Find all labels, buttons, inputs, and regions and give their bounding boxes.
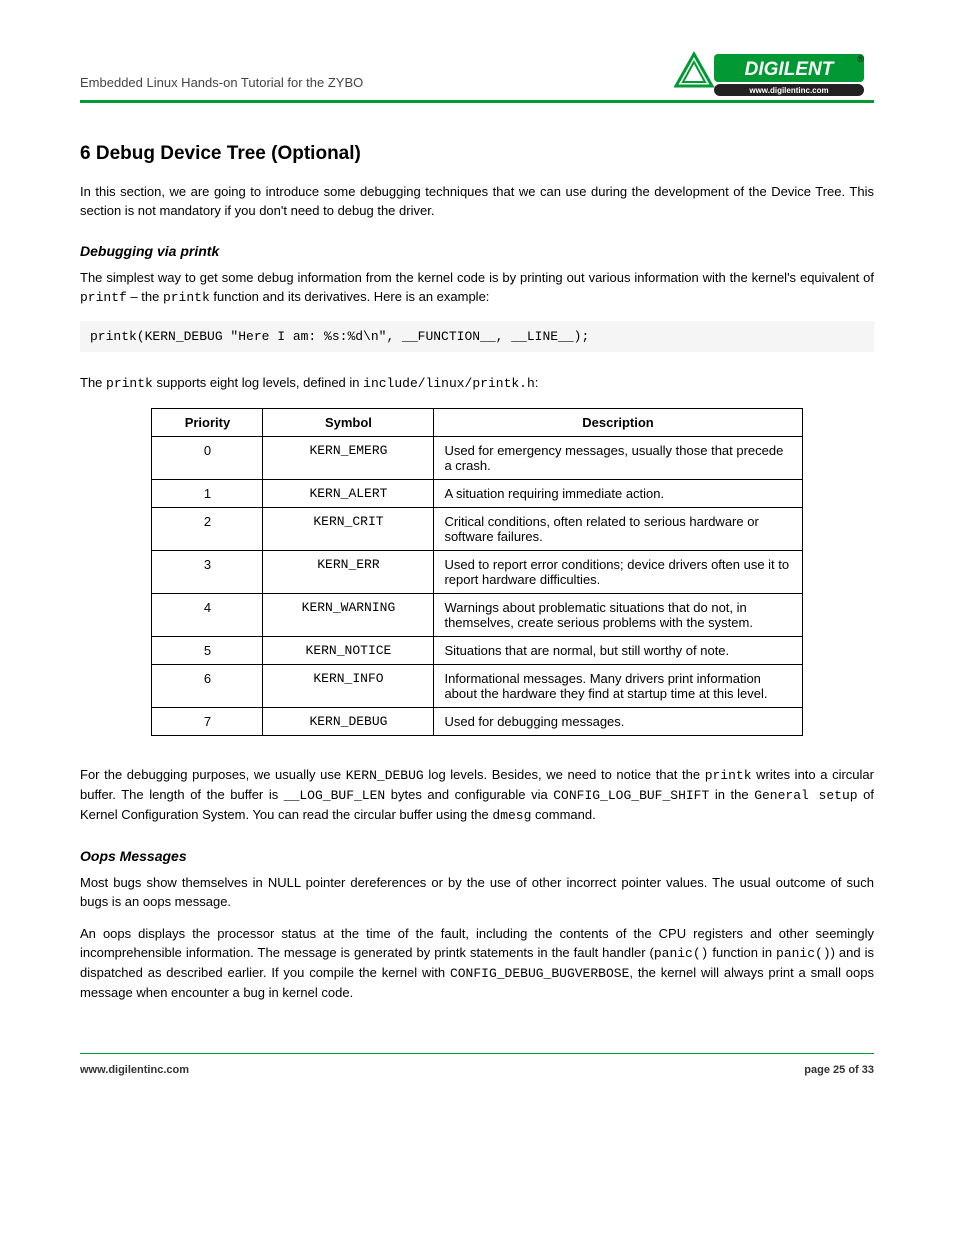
code-panic-2: panic() — [776, 946, 831, 961]
table-row: 2 KERN_CRIT Critical conditions, often r… — [152, 508, 802, 551]
text: The — [80, 375, 106, 390]
subsection-printk-heading: Debugging via printk — [80, 243, 874, 259]
table-row: 1 KERN_ALERT A situation requiring immed… — [152, 480, 802, 508]
text: The simplest way to get some debug infor… — [80, 270, 874, 285]
digilent-logo: DIGILENT ® www.digilentinc.com — [674, 50, 874, 98]
text: – the — [127, 289, 163, 304]
table-header-priority: Priority — [152, 409, 263, 437]
oops-p1: Most bugs show themselves in NULL pointe… — [80, 874, 874, 912]
code-printk-2: printk — [106, 376, 153, 391]
code-config-log-buf-shift: CONFIG_LOG_BUF_SHIFT — [553, 788, 709, 803]
logo-url: www.digilentinc.com — [748, 86, 828, 95]
code-panic-1: panic() — [654, 946, 709, 961]
code-dmesg: dmesg — [492, 808, 531, 823]
text: function in — [708, 945, 776, 960]
table-row: 7 KERN_DEBUG Used for debugging messages… — [152, 708, 802, 736]
cell-description: Used to report error conditions; device … — [434, 551, 802, 594]
code-printk-3: printk — [705, 768, 752, 783]
oops-p2: An oops displays the processor status at… — [80, 925, 874, 1002]
cell-priority: 0 — [152, 437, 263, 480]
log-levels-table: Priority Symbol Description 0 KERN_EMERG… — [151, 408, 802, 736]
section-intro: In this section, we are going to introdu… — [80, 183, 874, 221]
cell-description: Informational messages. Many drivers pri… — [434, 665, 802, 708]
text: command. — [531, 807, 595, 822]
cell-priority: 4 — [152, 594, 263, 637]
text: supports eight log levels, defined in — [153, 375, 363, 390]
cell-priority: 6 — [152, 665, 263, 708]
table-header-description: Description — [434, 409, 802, 437]
text: log levels. Besides, we need to notice t… — [424, 767, 705, 782]
text: : — [535, 375, 539, 390]
cell-description: Used for emergency messages, usually tho… — [434, 437, 802, 480]
footer-url: www.digilentinc.com — [80, 1064, 189, 1076]
cell-description: Warnings about problematic situations th… — [434, 594, 802, 637]
code-printk: printk — [163, 290, 210, 305]
code-log-buf-len: __LOG_BUF_LEN — [284, 788, 385, 803]
code-example: printk(KERN_DEBUG "Here I am: %s:%d\n", … — [80, 321, 874, 352]
subsection-oops-heading: Oops Messages — [80, 848, 874, 864]
text: For the debugging purposes, we usually u… — [80, 767, 346, 782]
table-row: 0 KERN_EMERG Used for emergency messages… — [152, 437, 802, 480]
cell-symbol: KERN_DEBUG — [263, 708, 434, 736]
cell-description: Situations that are normal, but still wo… — [434, 637, 802, 665]
cell-priority: 1 — [152, 480, 263, 508]
table-header-symbol: Symbol — [263, 409, 434, 437]
text: bytes and configurable via — [385, 787, 553, 802]
printk-paragraph: The simplest way to get some debug infor… — [80, 269, 874, 308]
cell-symbol: KERN_ERR — [263, 551, 434, 594]
logo-registered: ® — [857, 54, 864, 64]
cell-priority: 3 — [152, 551, 263, 594]
code-config-debug-bugverbose: CONFIG_DEBUG_BUGVERBOSE — [450, 966, 629, 981]
code-printf: printf — [80, 290, 127, 305]
page-header-title: Embedded Linux Hands-on Tutorial for the… — [80, 75, 363, 98]
cell-symbol: KERN_INFO — [263, 665, 434, 708]
header-rule — [80, 100, 874, 103]
cell-symbol: KERN_NOTICE — [263, 637, 434, 665]
levels-intro: The printk supports eight log levels, de… — [80, 374, 874, 394]
cell-symbol: KERN_WARNING — [263, 594, 434, 637]
text: in the — [709, 787, 754, 802]
cell-description: Used for debugging messages. — [434, 708, 802, 736]
cell-symbol: KERN_CRIT — [263, 508, 434, 551]
table-row: 5 KERN_NOTICE Situations that are normal… — [152, 637, 802, 665]
cell-priority: 5 — [152, 637, 263, 665]
cell-symbol: KERN_EMERG — [263, 437, 434, 480]
table-row: 4 KERN_WARNING Warnings about problemati… — [152, 594, 802, 637]
after-table-paragraph: For the debugging purposes, we usually u… — [80, 766, 874, 826]
cell-description: Critical conditions, often related to se… — [434, 508, 802, 551]
footer-rule — [80, 1053, 874, 1054]
cell-priority: 2 — [152, 508, 263, 551]
section-heading: 6 Debug Device Tree (Optional) — [80, 143, 874, 165]
table-row: 3 KERN_ERR Used to report error conditio… — [152, 551, 802, 594]
table-row: 6 KERN_INFO Informational messages. Many… — [152, 665, 802, 708]
cell-priority: 7 — [152, 708, 263, 736]
cell-description: A situation requiring immediate action. — [434, 480, 802, 508]
logo-text: DIGILENT — [745, 59, 835, 80]
text: function and its derivatives. Here is an… — [210, 289, 490, 304]
code-general-setup: General setup — [754, 788, 857, 803]
cell-symbol: KERN_ALERT — [263, 480, 434, 508]
code-include-path: include/linux/printk.h — [363, 376, 535, 391]
footer-page-number: page 25 of 33 — [804, 1064, 874, 1076]
code-kern-debug: KERN_DEBUG — [346, 768, 424, 783]
